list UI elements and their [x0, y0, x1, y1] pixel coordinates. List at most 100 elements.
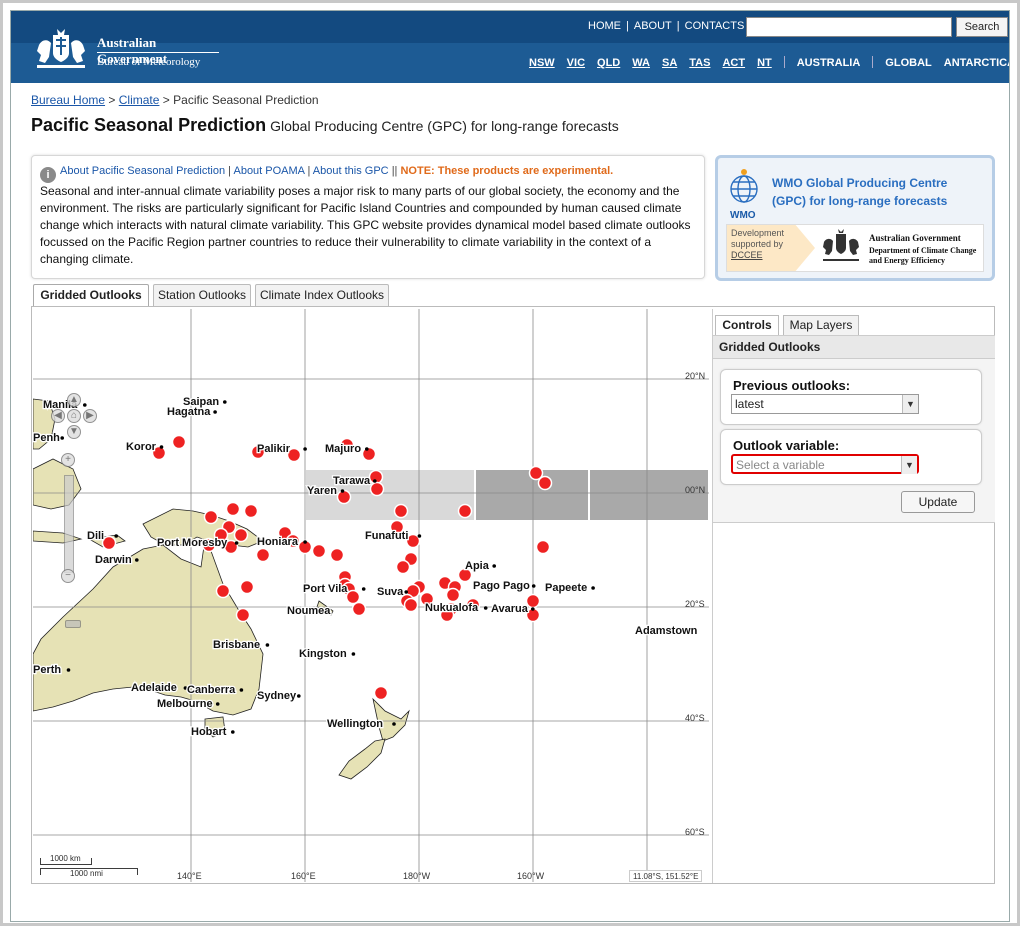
capital-dot — [234, 541, 239, 545]
station-marker[interactable] — [336, 489, 352, 505]
station-marker[interactable] — [233, 527, 249, 543]
dept-name: Department of Climate Change and Energy E… — [869, 246, 976, 266]
outlook-variable-select[interactable]: Select a variable ▼ — [731, 454, 919, 474]
station-marker[interactable] — [215, 583, 231, 599]
station-marker[interactable] — [373, 685, 389, 701]
tab-climate-index-outlooks[interactable]: Climate Index Outlooks — [255, 284, 389, 306]
station-marker[interactable] — [101, 535, 117, 551]
station-marker[interactable] — [235, 607, 251, 623]
zoom-out-icon[interactable]: − — [61, 569, 75, 583]
nav-home-link[interactable]: HOME — [588, 20, 621, 32]
station-marker[interactable] — [395, 559, 411, 575]
station-marker[interactable] — [525, 593, 541, 609]
place-label: Port Moresby — [157, 537, 228, 549]
pan-up-icon[interactable]: ▲ — [67, 393, 81, 407]
pan-right-icon[interactable]: ▶ — [83, 409, 97, 423]
previous-outlooks-select[interactable]: latest ▼ — [731, 394, 919, 414]
station-marker[interactable] — [239, 579, 255, 595]
capital-dot — [231, 730, 235, 734]
station-marker[interactable] — [311, 543, 327, 559]
capital-dot — [591, 586, 595, 590]
place-label: Nukualofa — [425, 602, 479, 614]
breadcrumb-sep: > — [162, 93, 170, 107]
station-marker[interactable] — [329, 547, 345, 563]
zoom-slider[interactable] — [64, 475, 81, 628]
capital-dot — [351, 652, 356, 656]
region-link-antarctica[interactable]: ANTARCTICA — [944, 57, 1009, 69]
tab-map-layers[interactable]: Map Layers — [783, 315, 859, 335]
update-button[interactable]: Update — [901, 491, 975, 513]
region-link-nt[interactable]: NT — [757, 57, 772, 69]
station-marker[interactable] — [351, 601, 367, 617]
about-gpc-link[interactable]: About this GPC — [313, 165, 389, 177]
place-label: Noumea — [287, 605, 331, 617]
region-link-nsw[interactable]: NSW — [529, 57, 555, 69]
station-marker[interactable] — [403, 597, 419, 613]
station-marker[interactable] — [535, 539, 551, 555]
site-header: Australian Government Bureau of Meteorol… — [11, 11, 1009, 83]
pan-left-icon[interactable]: ◀ — [51, 409, 65, 423]
breadcrumb-climate-link[interactable]: Climate — [119, 93, 160, 107]
search-input[interactable] — [746, 17, 952, 37]
link-sep: || — [391, 165, 398, 177]
map-viewport[interactable]: 20°N 00°N 20°S 40°S 60°S 140°E 160°E 180… — [33, 309, 709, 882]
station-marker[interactable] — [225, 501, 241, 517]
about-pacific-link[interactable]: About Pacific Seasonal Prediction — [60, 165, 225, 177]
org-subname: Bureau of Meteorology — [97, 56, 201, 68]
place-label: Majuro — [325, 443, 361, 455]
station-marker[interactable] — [457, 503, 473, 519]
nav-about-link[interactable]: ABOUT — [634, 20, 672, 32]
station-marker[interactable] — [361, 446, 377, 462]
station-marker[interactable] — [445, 587, 461, 603]
breadcrumb-home-link[interactable]: Bureau Home — [31, 93, 105, 107]
region-link-tas[interactable]: TAS — [689, 57, 710, 69]
wmo-label: WMO — [730, 210, 756, 221]
zoom-in-icon[interactable]: + — [61, 453, 75, 467]
map-canvas[interactable]: 20°N 00°N 20°S 40°S 60°S 140°E 160°E 180… — [33, 309, 709, 882]
pan-down-icon[interactable]: ▼ — [67, 425, 81, 439]
about-poama-link[interactable]: About POAMA — [233, 165, 304, 177]
tab-controls[interactable]: Controls — [715, 315, 779, 335]
capital-dot — [340, 489, 345, 493]
capital-dot — [303, 540, 307, 544]
pan-home-icon[interactable]: ⌂ — [67, 409, 81, 423]
capital-dot — [297, 694, 301, 698]
station-marker[interactable] — [345, 589, 361, 605]
station-marker[interactable] — [369, 481, 385, 497]
region-link-wa[interactable]: WA — [632, 57, 650, 69]
search-button[interactable]: Search — [956, 17, 1008, 37]
chevron-down-icon[interactable]: ▼ — [902, 395, 918, 413]
region-link-sa[interactable]: SA — [662, 57, 677, 69]
wmo-title-line2: (GPC) for long-range forecasts — [772, 194, 948, 208]
dccee-link[interactable]: DCCEE — [731, 250, 763, 260]
station-marker[interactable] — [203, 509, 219, 525]
lat-label-0n: 00°N — [685, 485, 705, 495]
station-marker[interactable] — [255, 547, 271, 563]
station-marker[interactable] — [393, 503, 409, 519]
wmo-box[interactable]: WMO WMO Global Producing Centre (GPC) for… — [715, 155, 995, 281]
region-link-global[interactable]: GLOBAL — [885, 57, 931, 69]
nav-contacts-link[interactable]: CONTACTS — [685, 20, 745, 32]
tab-station-outlooks[interactable]: Station Outlooks — [153, 284, 251, 306]
zoom-handle[interactable] — [65, 620, 81, 628]
place-label: Wellington — [327, 718, 383, 730]
capital-dot — [483, 606, 488, 610]
bom-logo[interactable]: Australian Government Bureau of Meteorol… — [31, 27, 221, 73]
scale-mi-label: 1000 nmi — [70, 869, 103, 878]
dccee-banner[interactable]: Development supported by DCCEE Australian … — [726, 224, 984, 272]
chevron-down-icon[interactable]: ▼ — [901, 456, 917, 474]
tab-gridded-outlooks[interactable]: Gridded Outlooks — [33, 284, 149, 307]
region-link-australia[interactable]: AUSTRALIA — [797, 57, 861, 69]
region-link-vic[interactable]: VIC — [567, 57, 585, 69]
region-link-qld[interactable]: QLD — [597, 57, 620, 69]
station-marker[interactable] — [405, 533, 421, 549]
controls-header: Gridded Outlooks — [713, 335, 995, 359]
station-marker[interactable] — [171, 434, 187, 450]
capital-dot — [223, 400, 227, 404]
region-link-act[interactable]: ACT — [722, 57, 745, 69]
dev-line2: supported by — [731, 239, 784, 249]
gov-name: Australian Government — [869, 233, 961, 243]
lon-label-160e: 160°E — [291, 871, 316, 881]
station-marker[interactable] — [243, 503, 259, 519]
station-marker[interactable] — [537, 475, 553, 491]
